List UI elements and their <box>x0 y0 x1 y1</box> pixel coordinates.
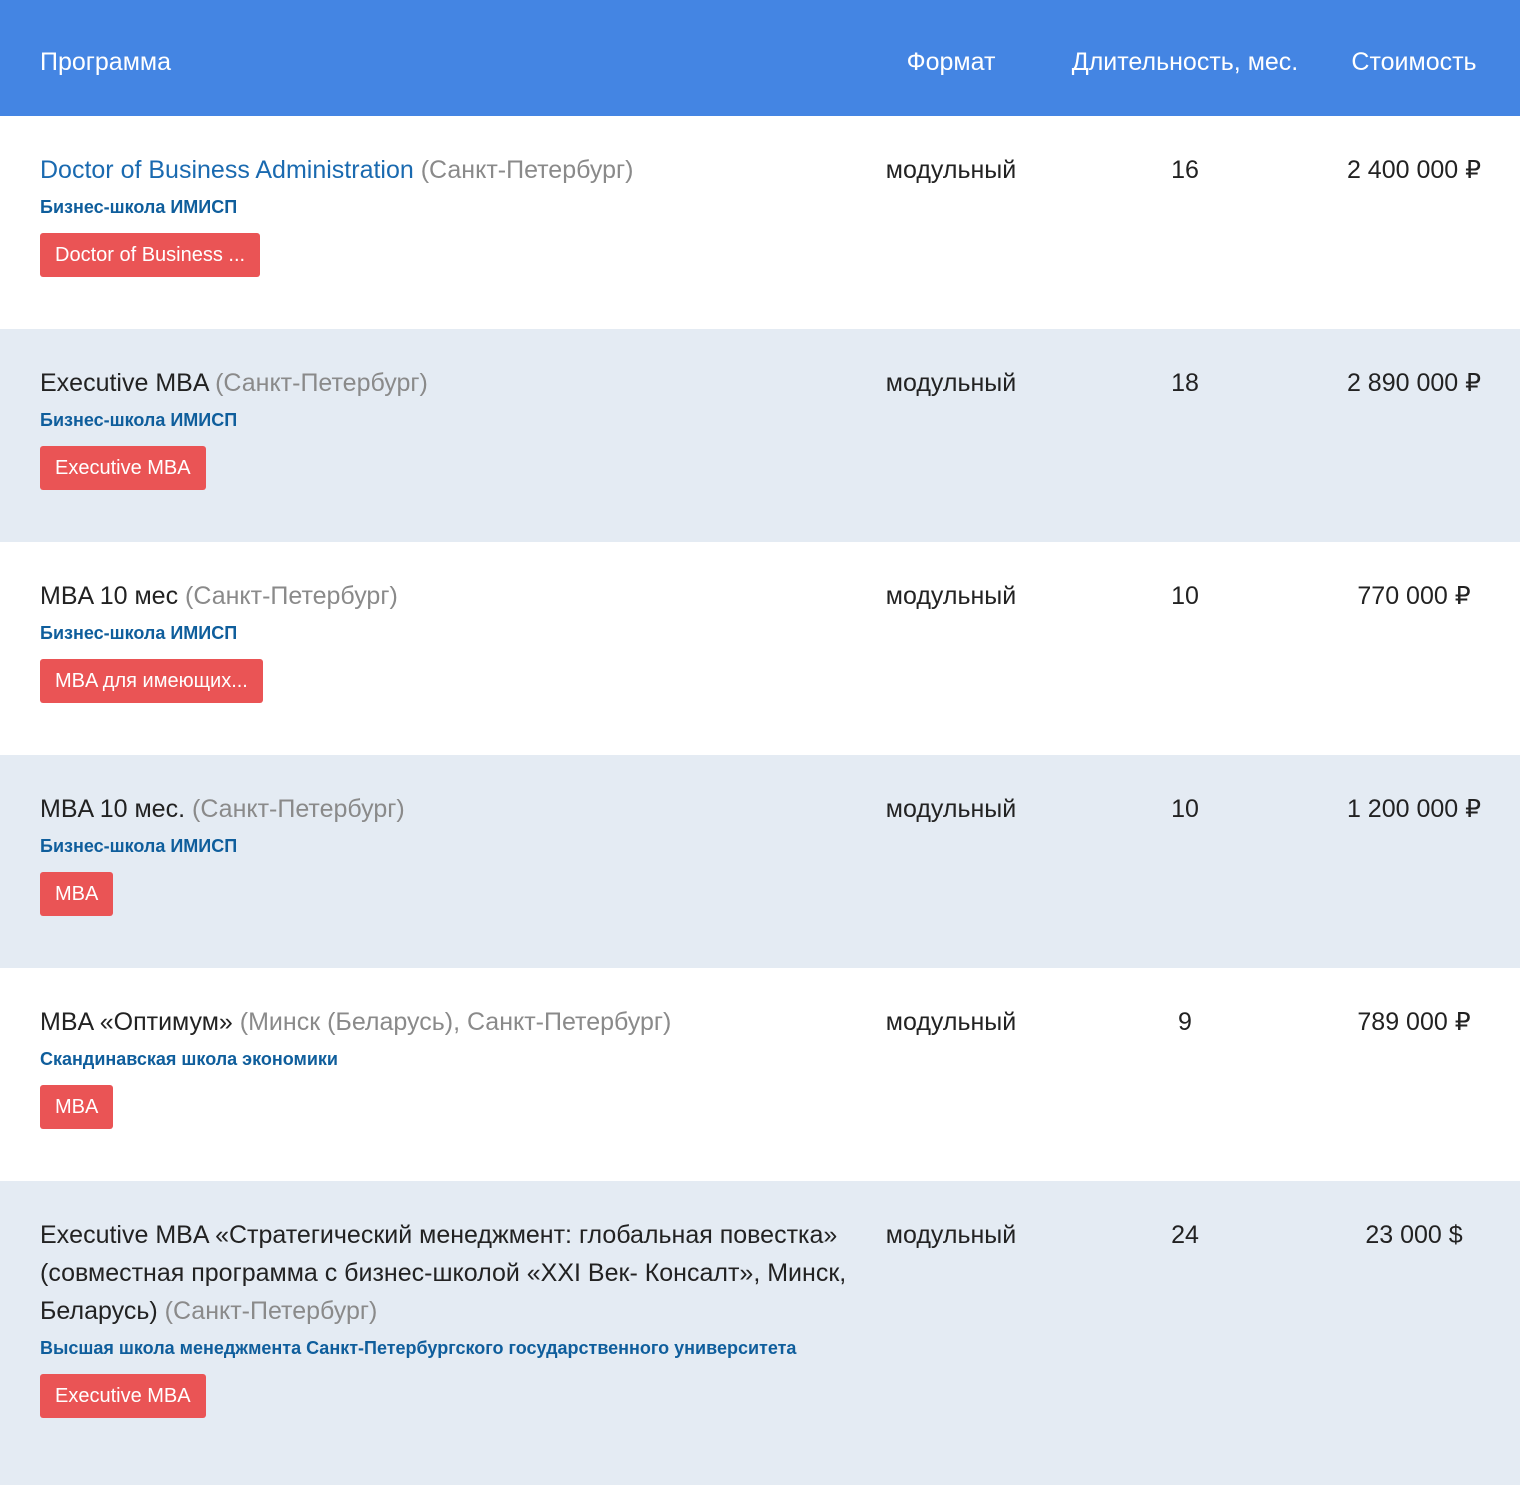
cost-value: 789 000 ₽ <box>1357 1008 1471 1036</box>
school-name[interactable]: Бизнес-школа ИМИСП <box>40 406 855 434</box>
program-city: (Санкт-Петербург) <box>192 795 405 823</box>
programs-table: Программа Формат Длительность, мес. Стои… <box>0 0 1520 1485</box>
program-type-tag[interactable]: MBA для имеющих... <box>40 659 263 703</box>
duration-value: 10 <box>1171 795 1199 823</box>
cost-value: 770 000 ₽ <box>1357 582 1471 610</box>
school-name[interactable]: Скандинавская школа экономики <box>40 1045 855 1073</box>
format-value: модульный <box>885 156 1017 184</box>
table-row: Executive MBA (Санкт-Петербург) Бизнес-ш… <box>0 329 1520 542</box>
program-title: Executive MBA «Стратегический менеджмент… <box>40 1221 847 1325</box>
program-type-tag[interactable]: Executive MBA <box>40 446 206 490</box>
format-value: модульный <box>885 369 1017 397</box>
program-city: (Санкт-Петербург) <box>215 369 428 397</box>
column-header-format[interactable]: Формат <box>907 48 996 77</box>
program-title: MBA 10 мес. <box>40 795 186 823</box>
format-value: модульный <box>885 1221 1017 1249</box>
program-cell: Executive MBA (Санкт-Петербург) Бизнес-ш… <box>40 364 855 490</box>
duration-value: 16 <box>1171 156 1199 184</box>
program-cell: Executive MBA «Стратегический менеджмент… <box>40 1216 855 1418</box>
program-cell: MBA 10 мес (Санкт-Петербург) Бизнес-школ… <box>40 577 855 703</box>
program-type-tag[interactable]: MBA <box>40 872 114 916</box>
format-value: модульный <box>885 582 1017 610</box>
program-title: MBA «Оптимум» <box>40 1008 233 1036</box>
cost-value: 2 400 000 ₽ <box>1346 156 1482 184</box>
format-value: модульный <box>885 795 1017 823</box>
program-city: (Санкт-Петербург) <box>185 582 398 610</box>
program-title-link[interactable]: Doctor of Business Administration <box>40 156 414 184</box>
cost-value: 2 890 000 ₽ <box>1346 369 1482 397</box>
duration-value: 24 <box>1171 1221 1199 1249</box>
school-name[interactable]: Бизнес-школа ИМИСП <box>40 619 855 647</box>
table-row: MBA 10 мес (Санкт-Петербург) Бизнес-школ… <box>0 542 1520 755</box>
program-cell: MBA «Оптимум» (Минск (Беларусь), Санкт-П… <box>40 1003 855 1129</box>
program-title: Executive MBA <box>40 369 209 397</box>
column-header-duration[interactable]: Длительность, мес. <box>1072 48 1298 77</box>
school-name[interactable]: Высшая школа менеджмента Санкт-Петербург… <box>40 1334 855 1362</box>
program-type-tag[interactable]: MBA <box>40 1085 114 1129</box>
duration-value: 18 <box>1171 369 1199 397</box>
program-city: (Санкт-Петербург) <box>164 1297 378 1325</box>
cost-value: 1 200 000 ₽ <box>1346 795 1482 823</box>
table-row: Executive MBA «Стратегический менеджмент… <box>0 1181 1520 1485</box>
duration-value: 9 <box>1178 1008 1192 1036</box>
duration-value: 10 <box>1171 582 1199 610</box>
program-type-tag[interactable]: Executive MBA <box>40 1374 206 1418</box>
program-title: MBA 10 мес <box>40 582 179 610</box>
school-name[interactable]: Бизнес-школа ИМИСП <box>40 193 855 221</box>
program-type-tag[interactable]: Doctor of Business ... <box>40 233 261 277</box>
program-city: (Минск (Беларусь), Санкт-Петербург) <box>239 1008 672 1036</box>
table-row: MBA 10 мес. (Санкт-Петербург) Бизнес-шко… <box>0 755 1520 968</box>
cost-value: 23 000 $ <box>1365 1221 1463 1249</box>
program-cell: MBA 10 мес. (Санкт-Петербург) Бизнес-шко… <box>40 790 855 916</box>
table-row: Doctor of Business Administration (Санкт… <box>0 116 1520 329</box>
column-header-program[interactable]: Программа <box>40 48 171 77</box>
table-header: Программа Формат Длительность, мес. Стои… <box>0 0 1520 116</box>
column-header-cost[interactable]: Стоимость <box>1351 48 1476 77</box>
school-name[interactable]: Бизнес-школа ИМИСП <box>40 832 855 860</box>
format-value: модульный <box>885 1008 1017 1036</box>
program-city: (Санкт-Петербург) <box>420 156 634 184</box>
program-cell: Doctor of Business Administration (Санкт… <box>40 151 855 277</box>
table-row: MBA «Оптимум» (Минск (Беларусь), Санкт-П… <box>0 968 1520 1181</box>
